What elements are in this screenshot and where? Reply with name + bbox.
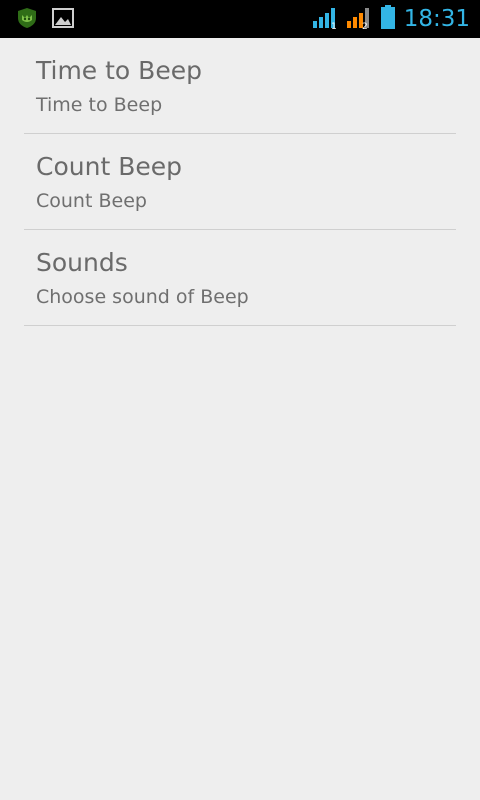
pref-title: Count Beep <box>36 152 182 181</box>
pref-summary: Choose sound of Beep <box>36 286 249 308</box>
app-notification-icon <box>16 7 38 33</box>
pref-sounds[interactable]: Sounds Choose sound of Beep <box>24 230 456 326</box>
battery-icon <box>380 4 396 34</box>
status-clock: 18:31 <box>403 6 470 32</box>
system-icons: 1 2 18:31 <box>312 4 470 34</box>
image-notification-icon <box>52 8 74 32</box>
pref-title: Time to Beep <box>36 56 202 85</box>
status-bar: 1 2 18:31 <box>0 0 480 38</box>
pref-summary: Time to Beep <box>36 94 163 116</box>
signal-sim2-icon: 2 <box>346 4 372 34</box>
pref-title: Sounds <box>36 248 128 277</box>
sim2-badge: 2 <box>362 22 368 30</box>
preferences-list: Time to Beep Time to Beep Count Beep Cou… <box>0 38 480 800</box>
pref-summary: Count Beep <box>36 190 147 212</box>
sim1-badge: 1 <box>331 22 337 30</box>
signal-sim1-icon: 1 <box>312 4 338 34</box>
notification-icons <box>16 7 74 33</box>
pref-count-beep[interactable]: Count Beep Count Beep <box>24 134 456 230</box>
pref-time-to-beep[interactable]: Time to Beep Time to Beep <box>24 38 456 134</box>
